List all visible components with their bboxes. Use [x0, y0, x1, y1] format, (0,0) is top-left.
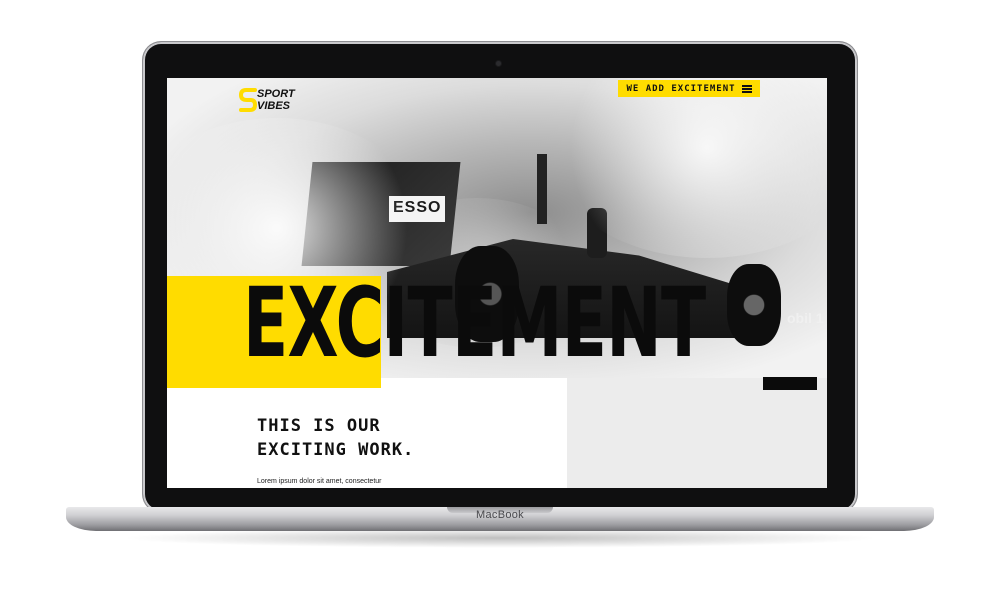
- grey-panel: [567, 378, 827, 488]
- webcam: [496, 61, 501, 66]
- sport-vibes-logo[interactable]: SPORT VIBES: [239, 86, 313, 116]
- logo-line-1: SPORT: [257, 88, 295, 100]
- logo-line-2: VIBES: [257, 100, 291, 112]
- intro-body-text: Lorem ipsum dolor sit amet, consectetur: [257, 478, 382, 485]
- laptop-lid: ESSO obil 1 EXCITEMENT SPORT VIBES WE AD…: [143, 42, 857, 512]
- crew-member: [537, 154, 547, 224]
- device-brand-label: MacBook: [476, 509, 524, 521]
- intro-heading: THIS IS OUR EXCITING WORK.: [257, 414, 414, 462]
- front-tire: [727, 264, 781, 346]
- intro-heading-line-1: THIS IS OUR: [257, 416, 381, 436]
- laptop-shadow: [120, 528, 880, 548]
- hamburger-menu-icon: [741, 85, 752, 93]
- headline-underscore: [763, 377, 817, 390]
- menu-button-label: WE ADD EXCITEMENT: [626, 83, 736, 94]
- intro-heading-line-2: EXCITING WORK.: [257, 440, 415, 460]
- website-screen: ESSO obil 1 EXCITEMENT SPORT VIBES WE AD…: [167, 78, 827, 488]
- menu-button[interactable]: WE ADD EXCITEMENT: [618, 80, 760, 97]
- logo-s-icon: [239, 88, 258, 112]
- sponsor-text: obil 1: [787, 310, 824, 326]
- hero-headline: EXCITEMENT: [243, 267, 706, 379]
